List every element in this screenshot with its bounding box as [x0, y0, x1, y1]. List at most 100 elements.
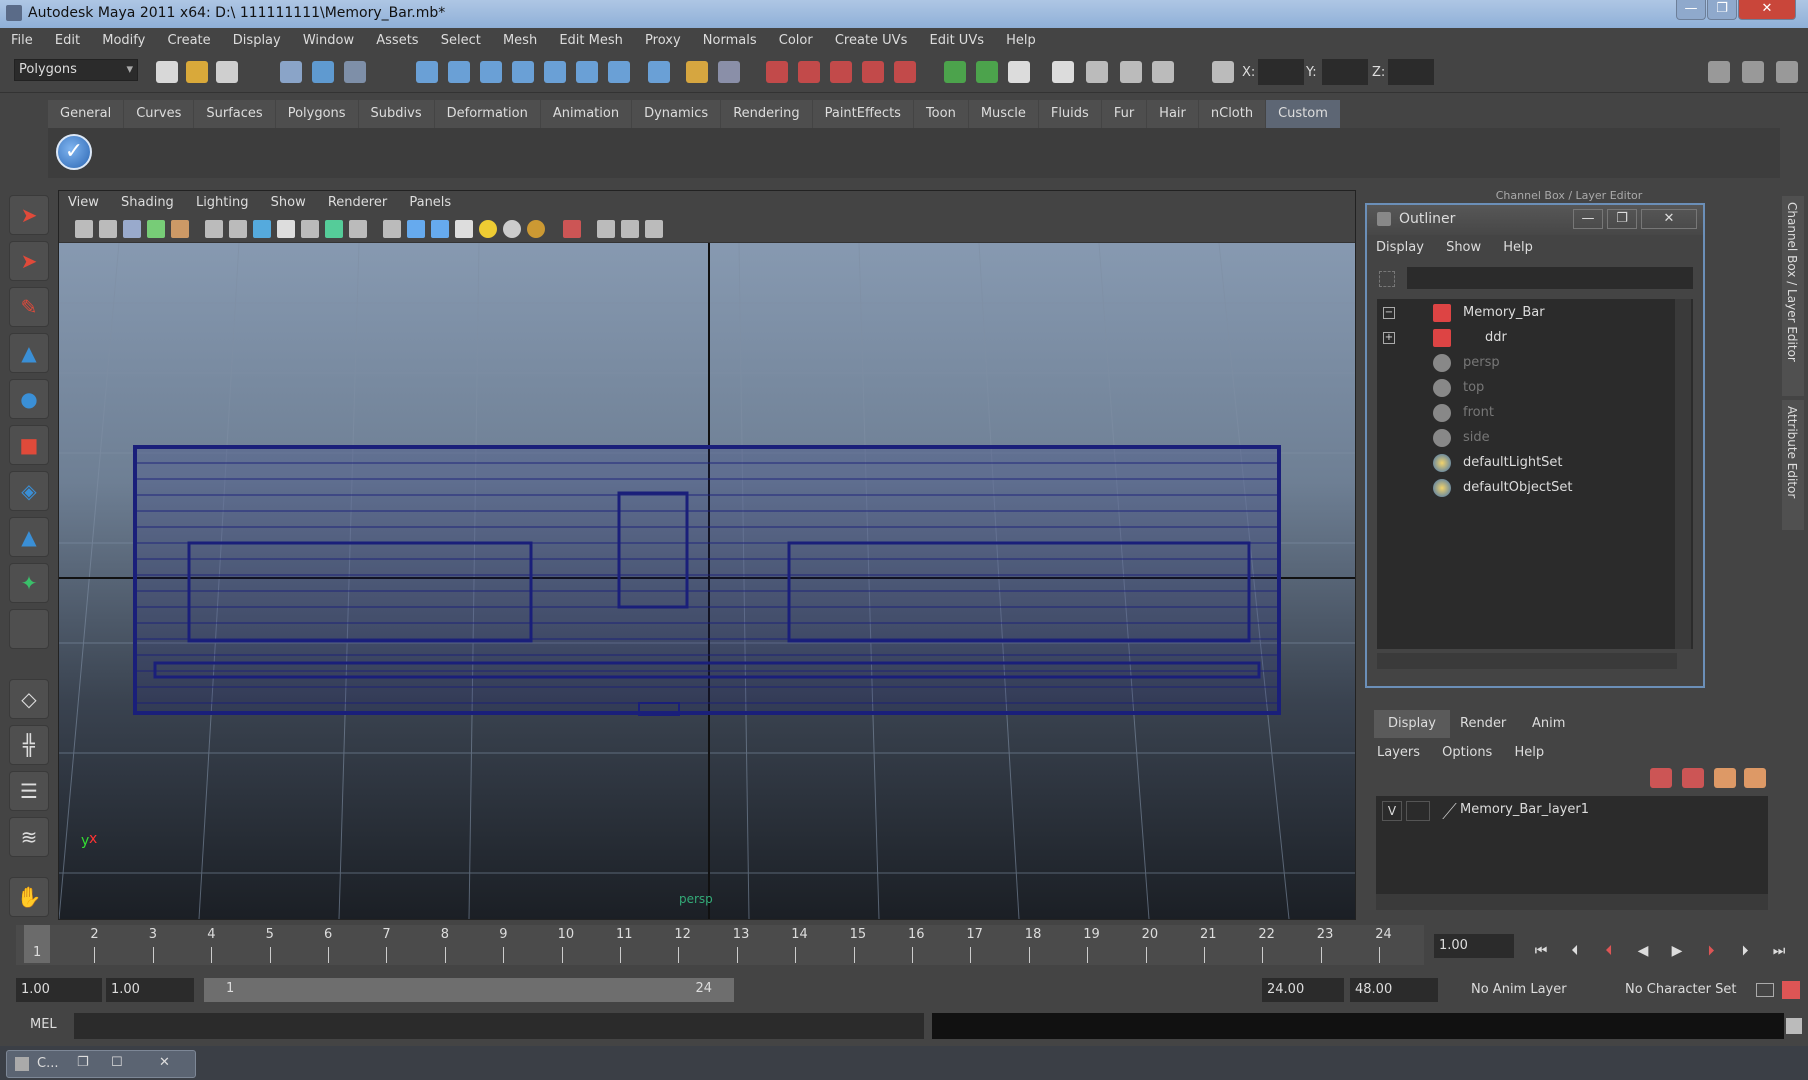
snap-plane-icon[interactable] — [512, 61, 534, 83]
outliner-item[interactable]: + ddr — [1377, 326, 1667, 350]
outliner-filter-input[interactable] — [1407, 267, 1693, 289]
y-field[interactable] — [1322, 59, 1368, 85]
xray-icon[interactable] — [597, 220, 615, 238]
smooth-shade-icon[interactable] — [407, 220, 425, 238]
use-all-lights-icon[interactable] — [479, 220, 497, 238]
textured-icon[interactable] — [455, 220, 473, 238]
grid-icon[interactable] — [205, 220, 223, 238]
camera-attributes-icon[interactable] — [99, 220, 117, 238]
menu-select[interactable]: Select — [432, 28, 490, 53]
viewport-menu-shading[interactable]: Shading — [112, 191, 183, 215]
outliner-item[interactable]: front — [1377, 401, 1667, 425]
outliner-horizontal-scrollbar[interactable] — [1377, 653, 1677, 669]
shelf-tab-general[interactable]: General — [48, 100, 124, 128]
move-tool-icon[interactable]: ▲ — [9, 333, 49, 373]
x-field[interactable] — [1258, 59, 1304, 85]
hypershade-icon[interactable] — [894, 61, 916, 83]
menu-edit-mesh[interactable]: Edit Mesh — [550, 28, 632, 53]
playback-start-field[interactable]: 1.00 — [106, 978, 194, 1002]
play-backward-button[interactable]: ◀ — [1630, 938, 1656, 964]
shelf-tab-fur[interactable]: Fur — [1101, 100, 1147, 128]
step-forward-frame-button[interactable]: ⏵ — [1698, 938, 1724, 964]
outliner-item[interactable]: defaultObjectSet — [1377, 476, 1667, 500]
collapse-icon[interactable]: − — [1383, 307, 1395, 319]
layer-tab-render[interactable]: Render — [1446, 710, 1520, 738]
input-icon[interactable] — [944, 61, 966, 83]
gate-mask-icon[interactable] — [277, 220, 295, 238]
shelf-tab-polygons[interactable]: Polygons — [275, 100, 358, 128]
last-tool-icon[interactable]: ✦ — [9, 563, 49, 603]
render-settings-icon[interactable] — [862, 61, 884, 83]
end-time-field[interactable]: 48.00 — [1350, 978, 1438, 1002]
z-field[interactable] — [1388, 59, 1434, 85]
key-icon[interactable] — [1756, 983, 1774, 997]
safe-title-icon[interactable] — [349, 220, 367, 238]
outliner-menu-display[interactable]: Display — [1367, 235, 1433, 261]
output-icon[interactable] — [976, 61, 998, 83]
outliner-menu-help[interactable]: Help — [1494, 235, 1542, 261]
shadows-icon[interactable] — [503, 220, 521, 238]
move-layer-up-icon[interactable] — [1650, 768, 1672, 788]
show-attribute-editor-icon[interactable] — [1708, 61, 1730, 83]
menu-normals[interactable]: Normals — [694, 28, 766, 53]
outliner-item[interactable]: persp — [1377, 351, 1667, 375]
help-icon[interactable] — [648, 61, 670, 83]
soft-mod-tool-icon[interactable]: ▲ — [9, 517, 49, 557]
new-layer-selected-icon[interactable] — [1744, 768, 1766, 788]
script-icon[interactable] — [1152, 61, 1174, 83]
menu-color[interactable]: Color — [770, 28, 822, 53]
snap-curve-icon[interactable] — [448, 61, 470, 83]
viewport-menu-renderer[interactable]: Renderer — [319, 191, 396, 215]
shelf-tab-curves[interactable]: Curves — [124, 100, 194, 128]
menu-file[interactable]: File — [2, 28, 42, 53]
menu-create-uvs[interactable]: Create UVs — [826, 28, 917, 53]
viewport-menu-view[interactable]: View — [59, 191, 108, 215]
history-icon[interactable] — [766, 61, 788, 83]
memory-bar-wireframe[interactable] — [133, 445, 1281, 716]
shelf-tab-hair[interactable]: Hair — [1147, 100, 1198, 128]
select-tool-icon[interactable]: ➤ — [9, 195, 49, 235]
resolution-gate-icon[interactable] — [253, 220, 271, 238]
shelf-tab-animation[interactable]: Animation — [540, 100, 632, 128]
menu-help[interactable]: Help — [997, 28, 1045, 53]
film-gate-icon[interactable] — [229, 220, 247, 238]
show-tool-settings-icon[interactable] — [1742, 61, 1764, 83]
layer-horizontal-scrollbar[interactable] — [1376, 894, 1768, 910]
outliner-menu-show[interactable]: Show — [1437, 235, 1490, 261]
close-icon[interactable]: ✕ — [159, 1055, 170, 1070]
menu-set-dropdown[interactable]: Polygons ▾ — [14, 59, 138, 81]
current-time-marker[interactable]: 1 — [24, 925, 50, 963]
outliner-item[interactable]: top — [1377, 376, 1667, 400]
current-frame-field[interactable]: 1.00 — [1434, 934, 1514, 958]
outliner-item[interactable]: defaultLightSet — [1377, 451, 1667, 475]
image-plane-icon[interactable] — [147, 220, 165, 238]
channel-icon[interactable] — [1086, 61, 1108, 83]
menu-assets[interactable]: Assets — [367, 28, 427, 53]
outliner-layout-icon[interactable]: ☰ — [9, 771, 49, 811]
paint-select-tool-icon[interactable]: ✎ — [9, 287, 49, 327]
new-layer-icon[interactable] — [1714, 768, 1736, 788]
layer-tab-display[interactable]: Display — [1374, 710, 1450, 738]
snap-vertex-icon[interactable] — [576, 61, 598, 83]
outliner-item[interactable]: side — [1377, 426, 1667, 450]
layer-menu-options[interactable]: Options — [1433, 740, 1501, 766]
snap-grid-icon[interactable] — [416, 61, 438, 83]
highlight-icon[interactable] — [718, 61, 740, 83]
playback-end-field[interactable]: 24.00 — [1262, 978, 1344, 1002]
outliner-close-button[interactable]: ✕ — [1641, 209, 1697, 229]
camera-icon[interactable] — [75, 220, 93, 238]
step-back-key-button[interactable]: ⏴ — [1562, 938, 1588, 964]
expand-icon[interactable]: + — [1383, 332, 1395, 344]
anim-layer-dropdown[interactable]: No Anim Layer — [1466, 978, 1604, 1002]
safe-action-icon[interactable] — [325, 220, 343, 238]
shelf-tab-dynamics[interactable]: Dynamics — [632, 100, 721, 128]
outliner-vertical-scrollbar[interactable] — [1675, 299, 1691, 649]
tool-settings-icon[interactable] — [1120, 61, 1142, 83]
play-forward-button[interactable]: ▶ — [1664, 938, 1690, 964]
new-scene-icon[interactable] — [156, 61, 178, 83]
step-forward-key-button[interactable]: ⏵ — [1732, 938, 1758, 964]
outliner-maximize-button[interactable]: ❐ — [1607, 209, 1637, 229]
attribute-editor-side-tab[interactable]: Attribute Editor — [1782, 400, 1804, 530]
layer-menu-help[interactable]: Help — [1505, 740, 1553, 766]
character-set-dropdown[interactable]: No Character Set — [1620, 978, 1750, 1002]
